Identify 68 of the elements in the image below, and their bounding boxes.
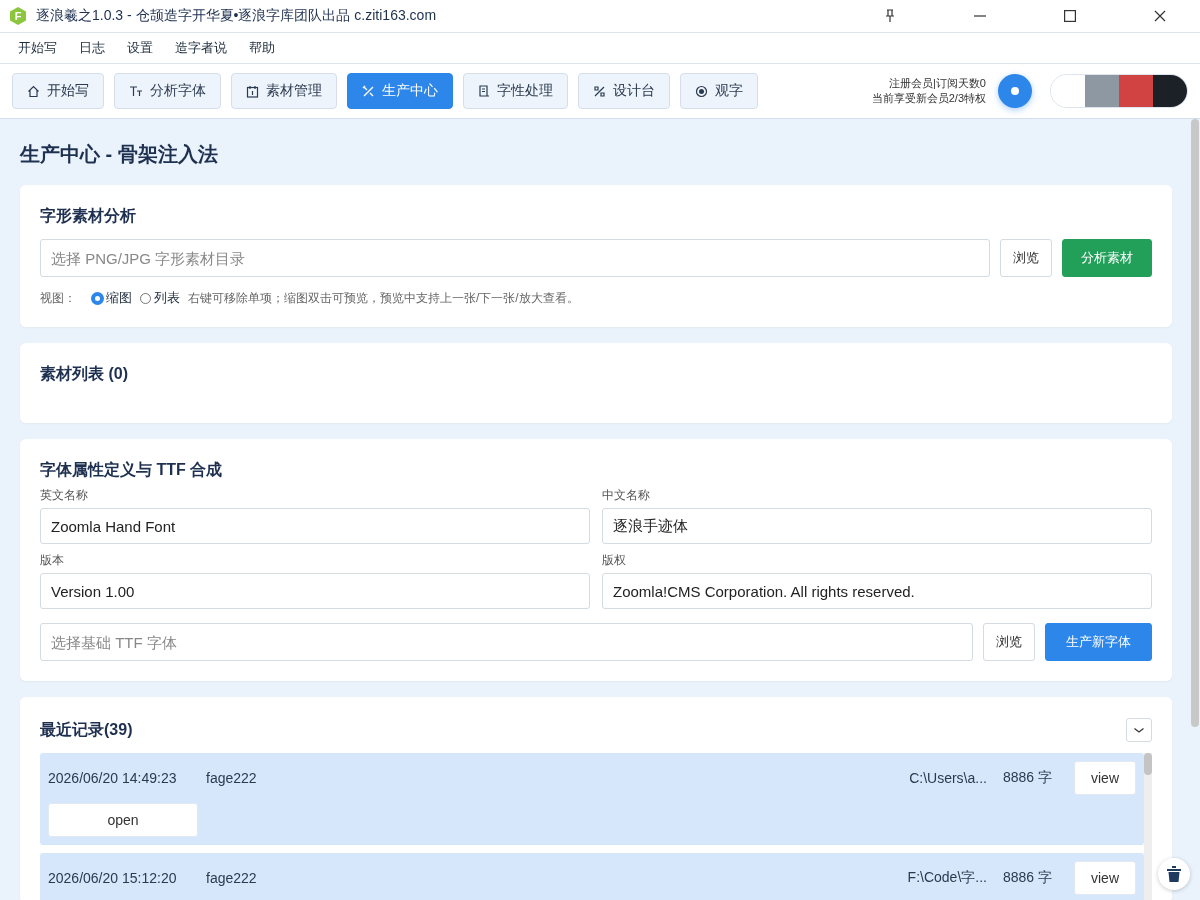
browse-button[interactable]: 浏览 (983, 623, 1035, 661)
maximize-icon[interactable] (1064, 10, 1076, 22)
nav-tab[interactable]: 开始写 (12, 73, 104, 109)
trash-button[interactable] (1158, 858, 1190, 890)
window-title: 逐浪羲之1.0.3 - 仓颉造字开华夏•逐浪字库团队出品 c.ziti163.com (36, 7, 437, 25)
menu-item[interactable]: 设置 (127, 39, 153, 57)
card-title: 素材列表 (0) (40, 364, 129, 384)
chevron-icon (1134, 727, 1144, 733)
tools-icon (362, 84, 375, 98)
record-user: fage222 (206, 870, 257, 886)
view-button[interactable]: view (1074, 861, 1136, 895)
nav-tab[interactable]: 生产中心 (347, 73, 453, 109)
view-radio[interactable]: 列表 (140, 289, 180, 307)
view-radio[interactable]: 缩图 (92, 289, 132, 307)
record-user: fage222 (206, 770, 257, 786)
nav-tab[interactable]: 素材管理 (231, 73, 337, 109)
theme-swatch[interactable] (1153, 75, 1187, 107)
record-count: 8886 字 (1002, 769, 1052, 787)
generate-button[interactable]: 生产新字体 (1045, 623, 1152, 661)
nav-tab[interactable]: 观字 (680, 73, 758, 109)
pin-icon[interactable] (884, 9, 896, 23)
nav-tab[interactable]: 字性处理 (463, 73, 568, 109)
view-button[interactable]: view (1074, 761, 1136, 795)
browse-button[interactable]: 浏览 (1000, 239, 1052, 277)
membership-privilege: 当前享受新会员2/3特权 (871, 91, 986, 106)
field-label: 版本 (40, 552, 65, 569)
text-field[interactable]: 逐浪手迹体 (602, 508, 1152, 544)
app-logo: F (10, 7, 26, 25)
card-title: 最近记录(39) (40, 720, 133, 740)
record-path: C:\Users\a... (909, 770, 987, 786)
menu-item[interactable]: 日志 (79, 39, 105, 57)
design-icon (593, 84, 606, 98)
text-field[interactable]: Zoomla Hand Font (40, 508, 590, 544)
toggle-button[interactable] (998, 74, 1032, 108)
nav-tab[interactable]: 分析字体 (114, 73, 221, 109)
text-size-icon (129, 85, 143, 97)
scrollbar[interactable] (1144, 753, 1152, 900)
field-label: 英文名称 (40, 487, 89, 504)
theme-swatch[interactable] (1119, 75, 1153, 107)
nav-tab[interactable]: 设计台 (578, 73, 670, 109)
text-field[interactable]: Zoomla!CMS Corporation. All rights reserved. (602, 573, 1152, 609)
target-icon (695, 84, 708, 98)
ttf-field[interactable]: 选择基础 TTF 字体 (40, 623, 973, 661)
card-title: 字形素材分析 (40, 206, 137, 226)
text-field[interactable]: Version 1.00 (40, 573, 590, 609)
page-title: 生产中心 - 骨架注入法 (20, 142, 219, 167)
collapse-button[interactable] (1126, 718, 1152, 742)
record-time: 2026/06/20 14:49:23 (48, 770, 178, 786)
card-title: 字体属性定义与 TTF 合成 (40, 460, 224, 480)
menu-item[interactable]: 帮助 (249, 39, 275, 57)
folder-field[interactable]: 选择 PNG/JPG 字形素材目录 (40, 239, 990, 277)
close-icon[interactable] (1154, 10, 1166, 22)
membership-status: 注册会员|订阅天数0 (889, 76, 986, 91)
trash-icon (1167, 866, 1181, 882)
calendar-icon (246, 84, 259, 98)
hint-text: 右键可移除单项；缩图双击可预览，预览中支持上一张/下一张/放大查看。 (188, 289, 579, 307)
field-label: 版权 (602, 552, 627, 569)
view-label: 视图： (40, 289, 76, 307)
record-path: F:\Code\字... (907, 869, 987, 887)
open-button[interactable]: open (48, 803, 198, 837)
theme-swatch[interactable] (1085, 75, 1119, 107)
record-time: 2026/06/20 15:12:20 (48, 870, 178, 886)
menu-item[interactable]: 造字者说 (175, 39, 227, 57)
document-icon (478, 84, 490, 98)
record-count: 8886 字 (1002, 869, 1052, 887)
field-label: 中文名称 (602, 487, 651, 504)
home-icon (27, 84, 40, 98)
menu-item[interactable]: 开始写 (18, 39, 57, 57)
